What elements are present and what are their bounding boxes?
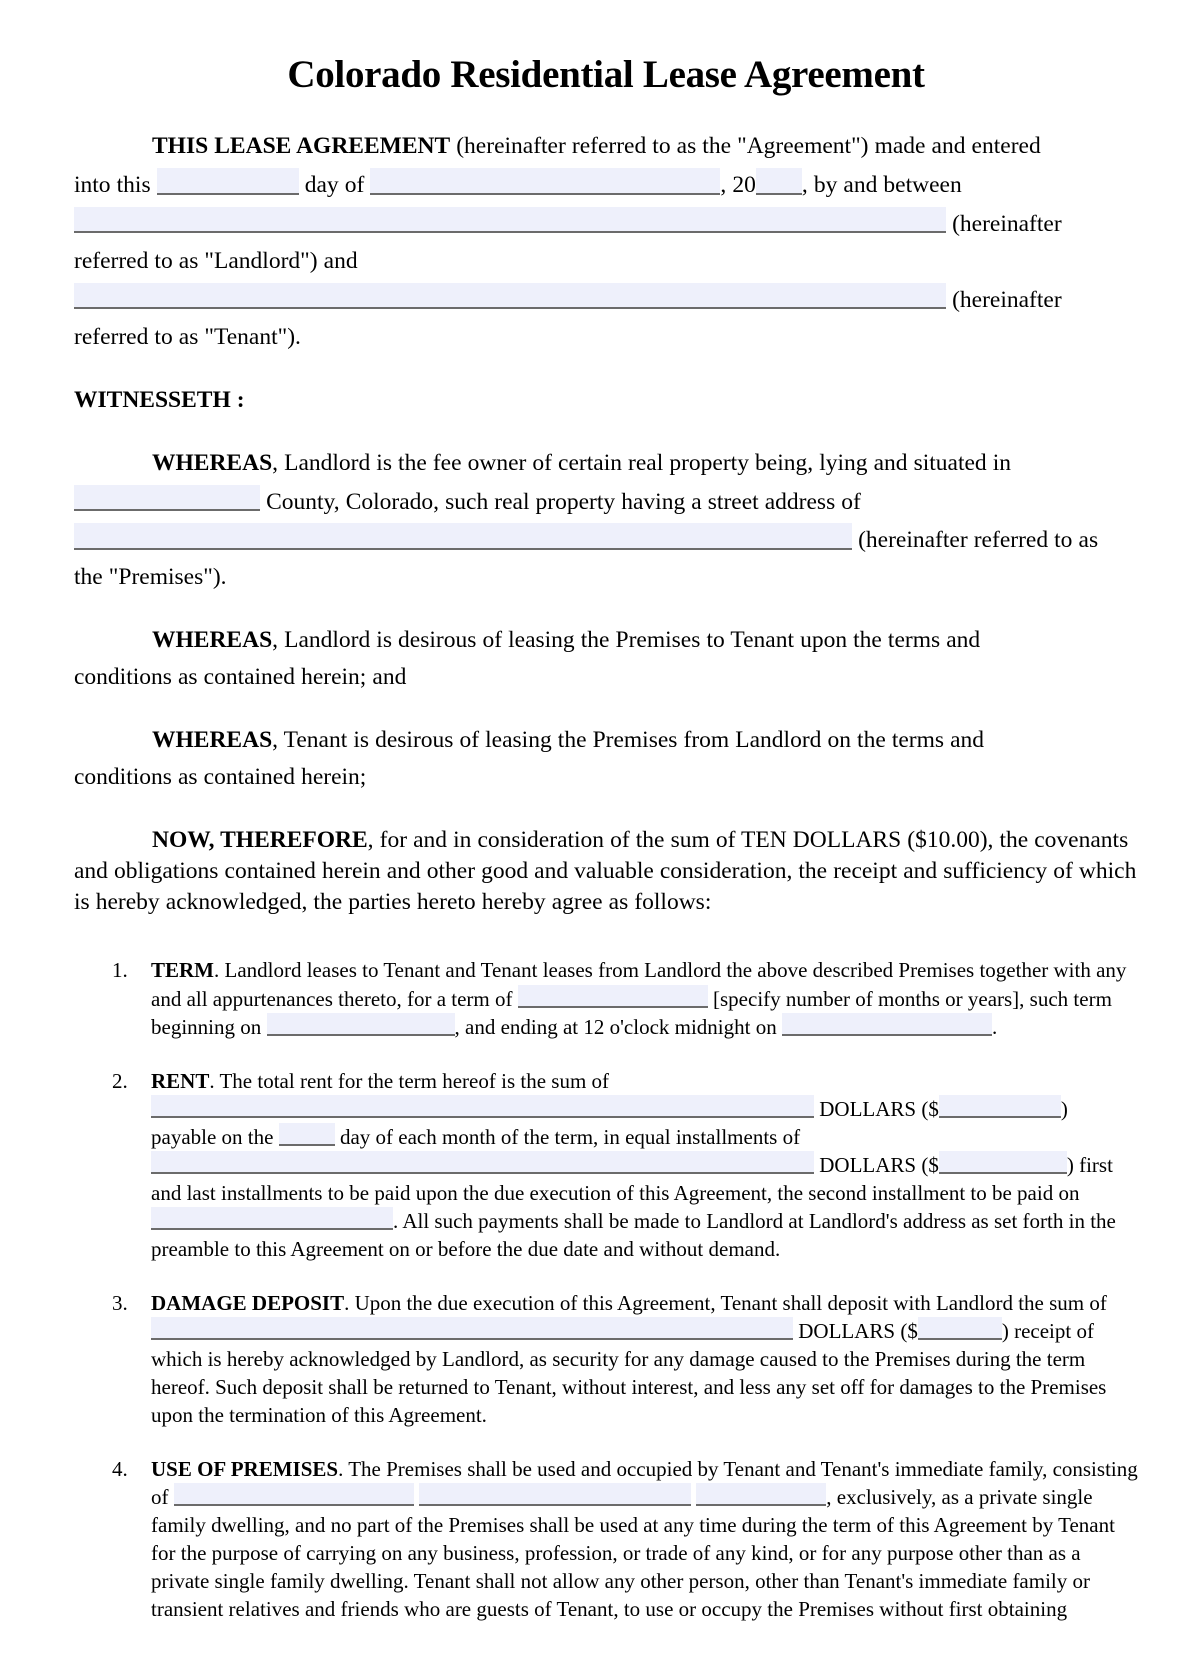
section-3-body: DAMAGE DEPOSIT. Upon the due execution o…: [151, 1289, 1138, 1429]
term-begin-date-field[interactable]: [266, 1013, 455, 1037]
section-3-text-2: DOLLARS ($: [798, 1318, 918, 1343]
recital-3-line-2: conditions as contained herein;: [74, 764, 367, 791]
deposit-amount-field[interactable]: [917, 1317, 1002, 1341]
installment-amount-field[interactable]: [938, 1151, 1067, 1175]
occupant-field-2[interactable]: [419, 1483, 691, 1507]
section-3-heading: DAMAGE DEPOSIT: [151, 1290, 345, 1315]
section-damage-deposit: 3. DAMAGE DEPOSIT. Upon the due executio…: [74, 1289, 1138, 1429]
preamble-line-1: THIS LEASE AGREEMENT (hereinafter referr…: [74, 131, 1138, 162]
witnesseth-heading-text: WITNESSETH :: [74, 386, 245, 413]
landlord-name-field[interactable]: [74, 206, 946, 234]
rent-due-day-field[interactable]: [278, 1123, 335, 1147]
page-title: Colorado Residential Lease Agreement: [287, 53, 925, 96]
section-4-number: 4.: [112, 1456, 128, 1481]
section-1-body: TERM. Landlord leases to Tenant and Tena…: [151, 956, 1138, 1040]
month-field[interactable]: [370, 167, 721, 195]
term-length-field[interactable]: [517, 985, 708, 1009]
section-4-heading: USE OF PREMISES: [151, 1456, 339, 1481]
document-page: Colorado Residential Lease Agreement THI…: [0, 0, 1190, 1659]
now-therefore-paragraph: NOW, THEREFORE, for and in consideration…: [74, 825, 1138, 918]
occupant-field-3[interactable]: [696, 1483, 827, 1507]
section-2-heading: RENT: [151, 1068, 210, 1093]
section-1-text-4: .: [991, 1014, 998, 1039]
preamble-day-of-label: day of: [304, 171, 365, 198]
recital-1-line-4: the "Premises").: [74, 564, 227, 591]
preamble-by-and-between-label: , by and between: [801, 171, 962, 198]
recital-3-text-1: , Tenant is desirous of leasing the Prem…: [272, 727, 985, 754]
witnesseth-heading: WITNESSETH :: [74, 385, 1138, 416]
second-installment-date-field[interactable]: [151, 1207, 393, 1231]
year-field[interactable]: [755, 167, 802, 195]
recital-1-text-3: (hereinafter referred to as: [858, 527, 1099, 554]
section-4-body: USE OF PREMISES. The Premises shall be u…: [151, 1455, 1138, 1623]
section-2-text-1: . The total rent for the term hereof is …: [209, 1068, 610, 1093]
preamble-line-1-text: (hereinafter referred to as the "Agreeme…: [450, 132, 1041, 159]
section-1-text-3: , and ending at 12 o'clock midnight on: [454, 1014, 777, 1039]
section-term: 1. TERM. Landlord leases to Tenant and T…: [74, 956, 1138, 1040]
tenant-name-field[interactable]: [74, 282, 946, 310]
recital-3-line-1: WHEREAS, Tenant is desirous of leasing t…: [74, 725, 1138, 756]
recital-2-line-1: WHEREAS, Landlord is desirous of leasing…: [74, 625, 1138, 656]
total-rent-amount-field[interactable]: [938, 1095, 1061, 1119]
recital-whereas-1: WHEREAS, Landlord is the fee owner of ce…: [74, 448, 1138, 594]
section-use-of-premises: 4. USE OF PREMISES. The Premises shall b…: [74, 1455, 1138, 1623]
recital-1-line-3: (hereinafter referred to as: [74, 523, 1138, 556]
preamble-line-5: (hereinafter: [74, 282, 1138, 316]
street-address-field[interactable]: [74, 523, 852, 551]
section-3-number: 3.: [112, 1290, 128, 1315]
section-1-heading: TERM: [151, 958, 214, 983]
whereas-bold-1: WHEREAS: [152, 449, 273, 476]
preamble-lead-bold: THIS LEASE AGREEMENT: [152, 132, 451, 159]
section-2-body: RENT. The total rent for the term hereof…: [151, 1067, 1138, 1263]
preamble-year-prefix: , 20: [720, 171, 756, 198]
now-therefore-bold: NOW, THEREFORE: [152, 827, 368, 854]
section-2-number: 2.: [112, 1068, 128, 1093]
recital-whereas-3: WHEREAS, Tenant is desirous of leasing t…: [74, 725, 1138, 793]
total-rent-words-field[interactable]: [151, 1095, 814, 1119]
section-2-text-2: DOLLARS ($: [819, 1096, 939, 1121]
deposit-words-field[interactable]: [151, 1317, 793, 1341]
section-1-number: 1.: [112, 958, 128, 983]
term-end-date-field[interactable]: [781, 1013, 992, 1037]
recital-2-text-1: , Landlord is desirous of leasing the Pr…: [272, 627, 981, 654]
preamble-line-6: referred to as "Tenant").: [74, 323, 301, 350]
recital-2-line-2: conditions as contained herein; and: [74, 664, 407, 691]
preamble-line-2: into this day of , 20 , by and between: [74, 167, 1138, 201]
section-rent: 2. RENT. The total rent for the term her…: [74, 1067, 1138, 1263]
section-2-text-5: DOLLARS ($: [819, 1152, 939, 1177]
tenant-hereinafter-tail: (hereinafter: [952, 286, 1062, 313]
section-2-text-4: day of each month of the term, in equal …: [339, 1124, 801, 1149]
installment-words-field[interactable]: [151, 1151, 814, 1175]
recital-1-line-1: WHEREAS, Landlord is the fee owner of ce…: [74, 448, 1138, 479]
recital-1-text-1: , Landlord is the fee owner of certain r…: [272, 449, 1012, 476]
recital-whereas-2: WHEREAS, Landlord is desirous of leasing…: [74, 625, 1138, 693]
sections-list: 1. TERM. Landlord leases to Tenant and T…: [74, 956, 1138, 1623]
whereas-bold-3: WHEREAS: [152, 727, 273, 754]
preamble-block: THIS LEASE AGREEMENT (hereinafter referr…: [74, 131, 1138, 353]
whereas-bold-2: WHEREAS: [152, 627, 273, 654]
preamble-into-this-label: into this: [74, 171, 151, 198]
preamble-line-3: (hereinafter: [74, 206, 1138, 240]
occupant-field-1[interactable]: [173, 1483, 414, 1507]
section-3-text-1: . Upon the due execution of this Agreeme…: [344, 1290, 1107, 1315]
recital-1-line-2: County, Colorado, such real property hav…: [74, 484, 1138, 518]
recital-1-text-2: County, Colorado, such real property hav…: [266, 488, 861, 515]
county-field[interactable]: [74, 484, 260, 512]
landlord-hereinafter-tail: (hereinafter: [952, 210, 1062, 237]
preamble-line-4: referred to as "Landlord") and: [74, 247, 358, 274]
day-field[interactable]: [156, 167, 299, 195]
